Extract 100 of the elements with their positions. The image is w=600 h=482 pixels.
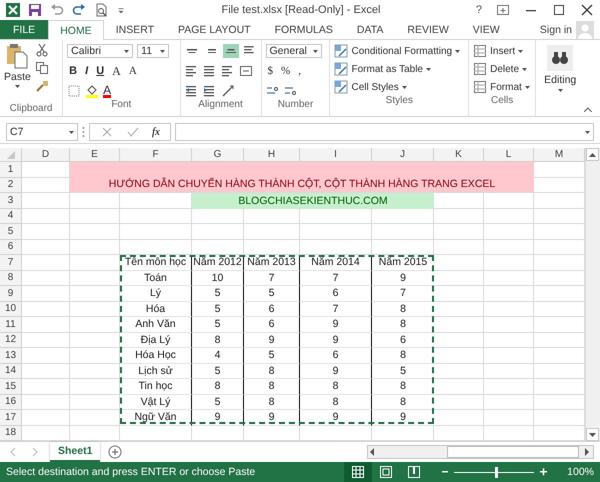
empty-cell[interactable]: [484, 240, 534, 255]
empty-cell[interactable]: [70, 240, 120, 255]
empty-cell[interactable]: [484, 394, 534, 410]
decrease-indent-icon[interactable]: [184, 84, 199, 98]
empty-cell[interactable]: [192, 224, 244, 240]
empty-cell[interactable]: [484, 286, 534, 302]
align-left-icon[interactable]: [184, 64, 199, 78]
row-header[interactable]: 5: [0, 224, 22, 240]
row-header[interactable]: 1: [0, 162, 22, 178]
scroll-right-icon[interactable]: [583, 447, 591, 457]
horizontal-scrollbar[interactable]: [367, 445, 594, 459]
collapse-ribbon-icon[interactable]: [584, 107, 592, 112]
ribbon-tab[interactable]: HOME: [48, 20, 104, 40]
empty-cell[interactable]: [434, 426, 484, 441]
ribbon-tab[interactable]: INSERT: [104, 20, 166, 39]
row-header[interactable]: 11: [0, 317, 22, 332]
ribbon-tab[interactable]: FORMULAS: [262, 20, 345, 39]
close-icon[interactable]: [580, 3, 594, 17]
row-header[interactable]: 14: [0, 364, 22, 379]
file-menu-tab[interactable]: FILE: [0, 20, 48, 39]
paste-button[interactable]: Paste: [4, 43, 31, 103]
align-center-icon[interactable]: [202, 64, 217, 78]
column-header[interactable]: I: [300, 148, 372, 162]
sign-in-link[interactable]: Sign in: [540, 24, 572, 36]
empty-cell[interactable]: [120, 224, 192, 240]
editing-button[interactable]: Editing: [540, 43, 580, 94]
cancel-icon[interactable]: [100, 125, 114, 139]
increase-indent-icon[interactable]: [202, 84, 217, 98]
empty-cell[interactable]: [484, 364, 534, 379]
percent-button[interactable]: %: [279, 65, 292, 77]
redo-icon[interactable]: [72, 3, 86, 17]
column-header[interactable]: D: [22, 148, 70, 162]
orientation-icon[interactable]: [220, 84, 235, 98]
empty-cell[interactable]: [484, 379, 534, 394]
ribbon-tab[interactable]: DATA: [344, 20, 396, 39]
ribbon-tab[interactable]: PAGE LAYOUT: [166, 20, 263, 39]
empty-cell[interactable]: [244, 224, 300, 240]
empty-cell[interactable]: [484, 224, 534, 240]
ribbon-tab[interactable]: VIEW: [460, 20, 512, 39]
column-header[interactable]: F: [120, 148, 192, 162]
add-sheet-icon[interactable]: [108, 445, 122, 459]
zoom-level[interactable]: 100%: [567, 466, 594, 478]
row-header[interactable]: 4: [0, 208, 22, 224]
empty-cell[interactable]: [434, 224, 484, 240]
enter-icon[interactable]: [126, 125, 140, 139]
styles-menu-button[interactable]: Cell Styles: [334, 79, 464, 95]
column-header[interactable]: L: [484, 148, 534, 162]
row-header[interactable]: 6: [0, 240, 22, 255]
underline-button[interactable]: U: [94, 65, 106, 77]
empty-cell[interactable]: [484, 255, 534, 270]
empty-cell[interactable]: [484, 426, 534, 441]
row-header[interactable]: 10: [0, 302, 22, 317]
empty-cell[interactable]: [484, 332, 534, 348]
align-right-icon[interactable]: [220, 64, 235, 78]
empty-cell[interactable]: [484, 348, 534, 364]
fill-color-icon[interactable]: [85, 84, 100, 98]
ribbon-display-icon[interactable]: [496, 3, 510, 17]
bold-button[interactable]: B: [67, 65, 80, 77]
empty-cell[interactable]: [372, 224, 434, 240]
row-header[interactable]: 2: [0, 178, 22, 193]
styles-menu-button[interactable]: Format as Table: [334, 61, 464, 77]
column-header[interactable]: M: [534, 148, 585, 162]
empty-cell[interactable]: [484, 410, 534, 426]
row-header[interactable]: 7: [0, 255, 22, 270]
grow-font-button[interactable]: A: [110, 64, 123, 78]
zoom-slider-thumb[interactable]: [494, 466, 498, 478]
select-all-icon[interactable]: [6, 150, 14, 158]
column-header[interactable]: H: [244, 148, 300, 162]
cut-icon[interactable]: [34, 43, 49, 57]
ribbon-tab[interactable]: REVIEW: [395, 20, 461, 39]
vertical-align-button[interactable]: [223, 44, 239, 58]
row-header[interactable]: 13: [0, 348, 22, 364]
shrink-font-button[interactable]: A: [126, 65, 139, 77]
styles-menu-button[interactable]: Conditional Formatting: [334, 43, 464, 59]
empty-cell[interactable]: [484, 208, 534, 224]
font-color-button[interactable]: A: [103, 84, 112, 98]
row-header[interactable]: 15: [0, 379, 22, 394]
print-preview-icon[interactable]: [94, 3, 108, 17]
view-button[interactable]: [344, 462, 372, 482]
name-box[interactable]: C7: [6, 123, 78, 141]
number-format-field[interactable]: General: [266, 44, 322, 58]
column-header[interactable]: K: [434, 148, 484, 162]
scroll-up-button[interactable]: [586, 148, 599, 161]
empty-cell[interactable]: [70, 224, 120, 240]
row-header[interactable]: 12: [0, 332, 22, 348]
save-icon[interactable]: [28, 3, 42, 17]
scroll-down-button[interactable]: [586, 428, 599, 441]
help-button[interactable]: ?: [476, 4, 482, 16]
font-size-field[interactable]: 11: [137, 44, 170, 58]
format-painter-icon[interactable]: [34, 79, 49, 93]
scrollbar-thumb[interactable]: [447, 446, 579, 458]
column-header[interactable]: E: [70, 148, 120, 162]
empty-cell[interactable]: [70, 208, 120, 224]
row-header[interactable]: 16: [0, 394, 22, 410]
empty-cell[interactable]: [484, 302, 534, 317]
borders-icon[interactable]: [67, 84, 82, 98]
row-header[interactable]: 8: [0, 270, 22, 286]
cells-menu-button[interactable]: Delete: [473, 61, 532, 77]
empty-cell[interactable]: [434, 208, 484, 224]
maximize-icon[interactable]: [552, 3, 566, 17]
